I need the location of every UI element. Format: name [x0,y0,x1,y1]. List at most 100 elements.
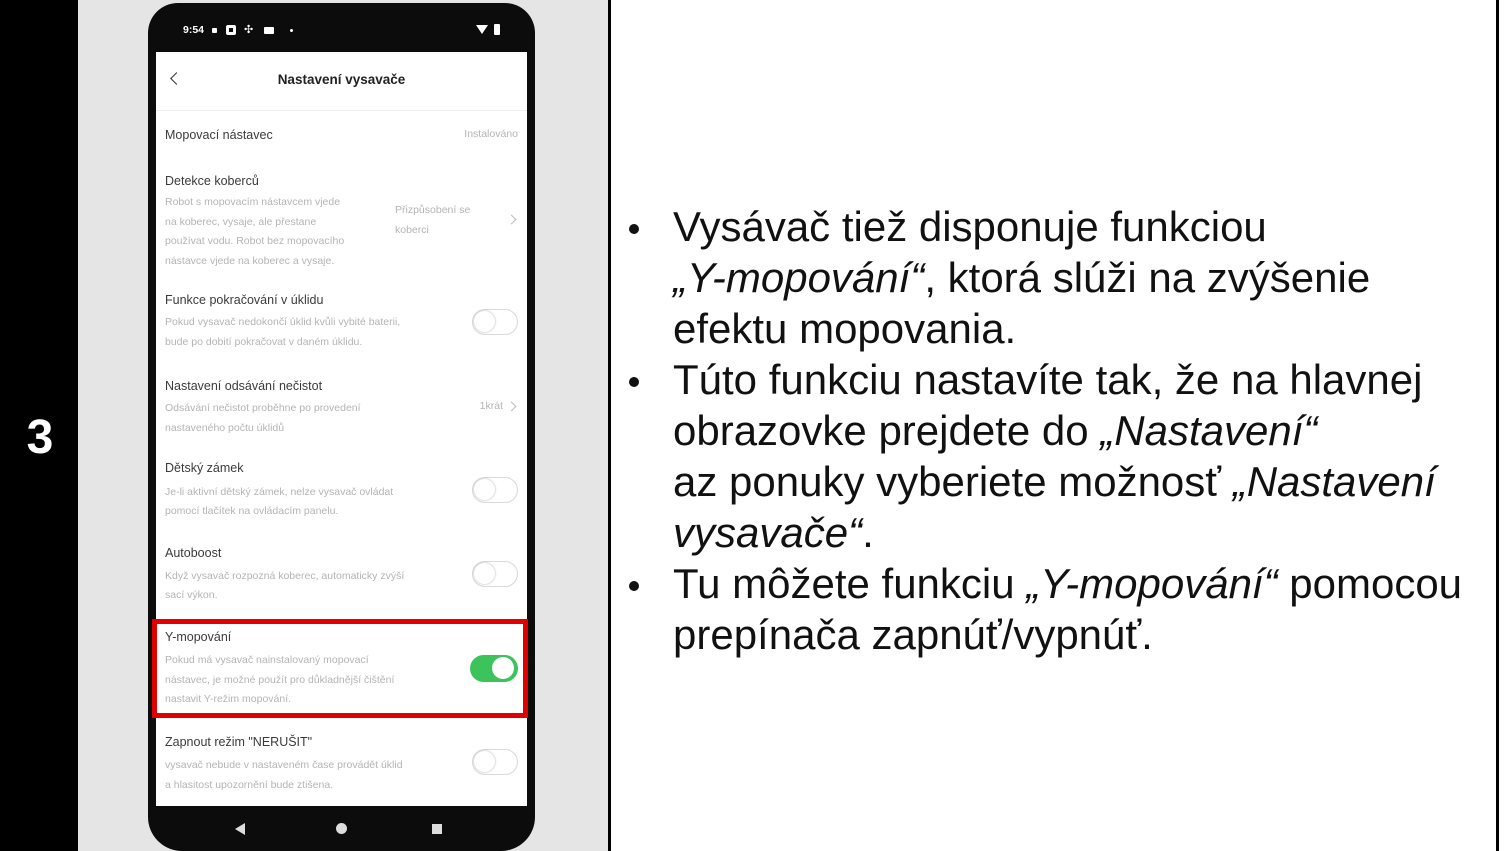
child-lock-toggle[interactable] [472,477,518,503]
description-line: na koberec, vysaje, ale přestane [165,215,317,228]
toggle-knob [474,479,495,500]
recent-apps-icon[interactable] [432,824,442,834]
setting-description: Je-li aktivní dětský zámek, nelze vysava… [165,483,393,521]
home-icon[interactable] [336,823,347,834]
text-segment: prepínača zapnúť/vypnúť. [673,611,1153,658]
description-line: vysavač nebude v nastaveném čase provádě… [165,759,403,771]
setting-description: Odsávání nečistot proběhne po provedení … [165,399,361,438]
instruction-line: vysavače“. [673,507,1488,558]
value-line: koberci [395,224,429,236]
text-segment: Vysávač tiež disponuje funkciou [673,203,1267,250]
setting-value: 1krát [479,400,503,412]
description-line: používat vodu. Robot bez mopovacího [165,235,345,247]
setting-description: Robot s mopovacím nástavcem vjede na kob… [165,193,344,271]
chevron-right-icon [506,401,517,412]
toggle-knob [474,311,495,332]
more-notifications-icon [290,29,293,32]
description-line: Je-li aktivní dětský zámek, nelze vysava… [165,486,394,498]
emphasized-term: „Nastavení [1232,458,1436,505]
bullet-marker [629,581,639,591]
setting-value: Přizpůsobení se koberci [395,200,470,240]
description-line: pomocí tlačítek na ovládacím panelu. [165,505,339,517]
emphasized-term: „Y-mopování“ [1026,560,1278,607]
fan-icon: ✣ [244,23,254,36]
do-not-disturb-toggle[interactable] [472,749,518,775]
instruction-bullet: Túto funkciu nastavíte tak, že na hlavne… [628,354,1488,558]
manual-step-page: 3 9:54 ✣ Nastavení vysavače Mopovací nás… [0,0,1511,851]
setting-description: Když vysavač rozpozná koberec, automatic… [165,567,404,605]
notification-dot-icon [212,28,217,33]
text-segment: az ponuky vyberiete možnosť [673,458,1233,505]
battery-icon [494,24,500,35]
description-line: nastaveného počtu úklidů [165,421,285,434]
setting-title: Detekce koberců [165,174,259,188]
setting-title: Funkce pokračování v úklidu [165,293,324,307]
app-badge-icon [226,25,236,35]
text-segment: pomocou [1277,560,1463,607]
description-line: Když vysavač rozpozná koberec, automatic… [165,570,405,582]
emphasized-term: „Nastavení“ [1100,407,1318,454]
chevron-right-icon [506,214,517,225]
status-time: 9:54 [183,24,205,36]
step-number-column: 3 [0,0,78,851]
instruction-line: az ponuky vyberiete možnosť „Nastavení [673,456,1488,507]
phone-frame: 9:54 ✣ Nastavení vysavače Mopovací násta… [148,3,535,851]
bullet-marker [629,224,639,234]
setting-title: Dětský zámek [165,461,244,475]
setting-row-mop-attachment[interactable]: Mopovací nástavec Instalováno [156,115,527,157]
description-line: Odsávání nečistot proběhne po provedení [165,402,361,414]
text-segment: obrazovke prejdete do [673,407,1101,454]
toggle-knob [474,563,495,584]
setting-row-child-lock: Dětský zámek Je-li aktivní dětský zámek,… [156,448,527,526]
wifi-icon [476,25,488,34]
text-segment: efektu mopovania. [673,305,1017,352]
setting-title: Autoboost [165,546,222,560]
emphasized-term: „Y-mopování“ [673,254,925,301]
toggle-knob [474,751,495,772]
autoboost-toggle[interactable] [472,561,518,587]
description-line: sací výkon. [165,589,218,601]
instruction-line: „Y-mopování“, ktorá slúži na zvýšenie [673,252,1488,303]
message-icon [264,27,274,34]
setting-title: Zapnout režim "NERUŠIT" [165,735,313,749]
setting-row-autoboost: Autoboost Když vysavač rozpozná koberec,… [156,532,527,610]
instruction-line: obrazovke prejdete do „Nastavení“ [673,405,1488,456]
instruction-line: Túto funkciu nastavíte tak, že na hlavne… [673,354,1488,405]
setting-description: vysavač nebude v nastaveném čase provádě… [165,755,403,795]
instruction-line: Vysávač tiež disponuje funkciou [673,201,1488,252]
description-line: bude po dobití pokračovat v daném úklidu… [165,336,363,348]
instruction-line: prepínača zapnúť/vypnúť. [673,609,1488,660]
setting-value: Instalováno [464,128,518,140]
step-number: 3 [26,411,54,464]
page-title: Nastavení vysavače [277,72,406,87]
resume-cleaning-toggle[interactable] [472,309,518,335]
setting-row-dust-evacuation[interactable]: Nastavení odsávání nečistot Odsávání neč… [156,364,527,444]
highlight-frame [152,619,528,718]
setting-title: Mopovací nástavec [165,128,273,142]
description-line: a hlasitost upozornění bude ztišena. [165,779,334,791]
setting-title: Nastavení odsávání nečistot [165,379,323,393]
bullet-marker [629,377,639,387]
panel-border [1496,0,1499,851]
text-segment: Túto funkciu nastavíte tak, že na hlavne… [673,356,1423,403]
instruction-bullet: Vysávač tiež disponuje funkciou „Y-mopov… [628,201,1488,354]
status-bar: 9:54 ✣ [148,3,535,52]
instruction-list: Vysávač tiež disponuje funkciou „Y-mopov… [628,201,1488,660]
description-line: Pokud vysavač nedokončí úklid kvůli vybi… [165,316,401,328]
instruction-line: efektu mopovania. [673,303,1488,354]
setting-row-do-not-disturb: Zapnout režim "NERUŠIT" vysavač nebude v… [156,722,527,802]
instructions-panel: Vysávač tiež disponuje funkciou „Y-mopov… [611,0,1496,851]
instruction-bullet: Tu môžete funkciu „Y-mopování“ pomocou p… [628,558,1488,660]
setting-row-carpet-detection[interactable]: Detekce koberců Robot s mopovacím nástav… [156,160,527,275]
text-segment: Tu môžete funkciu [673,560,1027,607]
description-line: nástavce vjede na koberec a vysaje. [165,254,335,267]
text-segment: . [862,509,874,556]
description-line: Robot s mopovacím nástavcem vjede [165,196,341,208]
instruction-line: Tu môžete funkciu „Y-mopování“ pomocou [673,558,1488,609]
setting-description: Pokud vysavač nedokončí úklid kvůli vybi… [165,312,400,352]
value-line: Přizpůsobení se [395,204,471,216]
back-icon[interactable] [235,823,245,835]
emphasized-term: vysavače“ [673,509,863,556]
text-segment: , ktorá slúži na zvýšenie [924,254,1371,301]
header-divider [156,110,527,111]
